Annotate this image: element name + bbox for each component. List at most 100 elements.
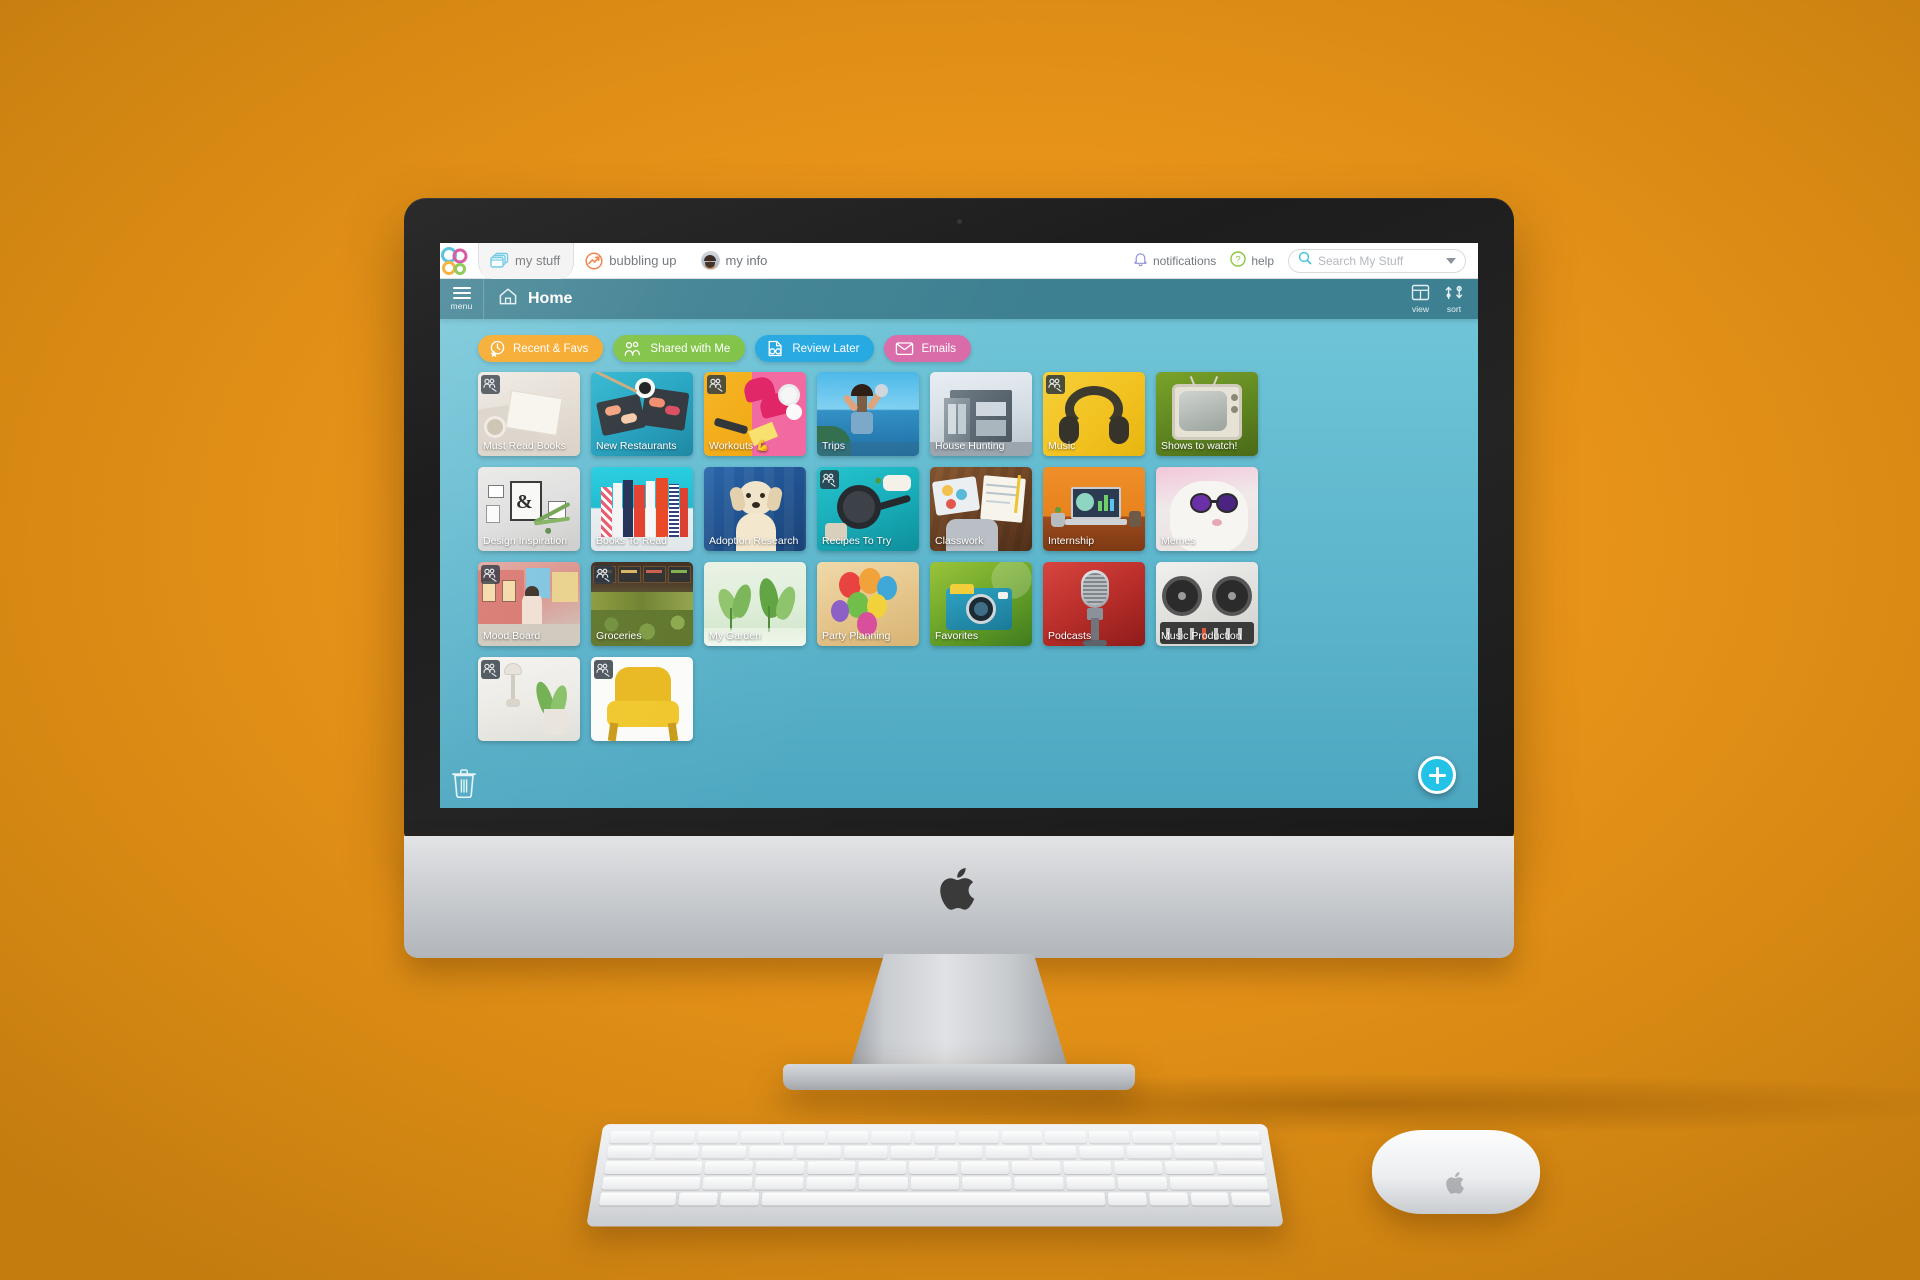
board-area: Recent & Favs Shared with Me Review Later E… [440, 319, 1478, 808]
menu-label: menu [450, 301, 473, 311]
collection-tile-favorites[interactable]: Favorites [930, 562, 1032, 646]
filter-pill-emails[interactable]: Emails [884, 335, 971, 362]
filter-pill-recent-favs[interactable]: Recent & Favs [478, 335, 604, 362]
monitor-stand-foot [783, 1064, 1135, 1090]
shared-badge-icon [594, 660, 613, 679]
filter-pill-label: Review Later [792, 342, 860, 355]
brand-logo-icon[interactable] [440, 243, 478, 279]
view-button[interactable]: view [1411, 284, 1430, 314]
collection-tile-must-read-books[interactable]: Must Read Books [478, 372, 580, 456]
tile-label [591, 734, 693, 741]
menu-button[interactable]: menu [440, 279, 484, 319]
document-glasses-icon [766, 340, 785, 357]
collection-tile-workouts[interactable]: Workouts 💪 [704, 372, 806, 456]
tile-label: Music [1048, 440, 1076, 452]
search-placeholder: Search My Stuff [1318, 253, 1404, 268]
shared-badge-icon [594, 565, 613, 584]
filter-pill-shared-with-me[interactable]: Shared with Me [613, 335, 746, 362]
tile-label: House Hunting [935, 440, 1005, 452]
collection-tile-shows-to-watch[interactable]: Shows to watch! [1156, 372, 1258, 456]
collection-tile-books-to-read[interactable]: Books To Read [591, 467, 693, 551]
home-icon[interactable] [498, 287, 518, 311]
page-header-bar: menu Home view sort [440, 279, 1478, 319]
collection-tile-house-hunting[interactable]: House Hunting [930, 372, 1032, 456]
tile-label: Podcasts [1048, 630, 1092, 642]
shared-badge-icon [707, 375, 726, 394]
chevron-down-icon[interactable] [1446, 257, 1456, 264]
tile-label: Favorites [935, 630, 979, 642]
tile-label: Internship [1048, 535, 1095, 547]
filter-pill-label: Emails [921, 342, 956, 355]
collection-tile-adoption-research[interactable]: Adoption Research [704, 467, 806, 551]
tab-my-stuff-label: my stuff [515, 253, 561, 268]
search-input[interactable]: Search My Stuff [1288, 248, 1466, 273]
tile-label: Recipes To Try [822, 535, 892, 547]
collection-tile-trips[interactable]: Trips [817, 372, 919, 456]
tile-label: Classwork [935, 535, 984, 547]
search-icon [1298, 251, 1312, 270]
sort-icon [1444, 284, 1464, 303]
apple-logo-icon [940, 867, 975, 910]
avatar [700, 251, 720, 270]
collection-tile-groceries[interactable]: Groceries [591, 562, 693, 646]
collection-tile-memes[interactable]: Memes [1156, 467, 1258, 551]
imac-computer: my stuff bubbling up my info notificatio… [404, 198, 1920, 1134]
collection-tile-music-production[interactable]: Music Production [1156, 562, 1258, 646]
tab-my-info[interactable]: my info [690, 243, 781, 279]
collection-tile-party-planning[interactable]: Party Planning [817, 562, 919, 646]
monitor-chin [404, 836, 1514, 958]
mouse[interactable] [1372, 1130, 1540, 1214]
breadcrumb: Home [484, 287, 572, 311]
keyboard-row [609, 1131, 1261, 1144]
tab-bubbling-up[interactable]: bubbling up [574, 243, 689, 279]
header-tools: view sort [1411, 284, 1478, 314]
tab-my-info-label: my info [725, 253, 768, 268]
monitor-bezel: my stuff bubbling up my info notificatio… [404, 198, 1514, 838]
sort-button[interactable]: sort [1444, 284, 1464, 314]
tile-label: New Restaurants [596, 440, 677, 452]
tile-label [478, 734, 580, 741]
tile-label: My Garden [709, 630, 761, 642]
tile-label: Workouts 💪 [709, 440, 770, 452]
notifications-button[interactable]: notifications [1133, 251, 1216, 270]
tile-label: Shows to watch! [1161, 440, 1238, 452]
add-button[interactable] [1418, 756, 1456, 794]
collection-tile-my-garden[interactable]: My Garden [704, 562, 806, 646]
tab-my-stuff[interactable]: my stuff [478, 243, 575, 279]
tile-label: Must Read Books [483, 440, 566, 452]
hamburger-icon [452, 287, 471, 299]
keyboard-row [598, 1192, 1272, 1206]
collection-tile-music[interactable]: Music [1043, 372, 1145, 456]
collection-tile-design-inspiration[interactable]: & Design Inspiration [478, 467, 580, 551]
collection-tile-mood-board[interactable]: Mood Board [478, 562, 580, 646]
collection-tile-internship[interactable]: Internship [1043, 467, 1145, 551]
collection-tile-podcasts[interactable]: Podcasts [1043, 562, 1145, 646]
collection-tile-lamp-plant[interactable] [478, 657, 580, 741]
keyboard[interactable] [586, 1124, 1284, 1227]
tile-label: Memes [1161, 535, 1196, 547]
app-screen: my stuff bubbling up my info notificatio… [440, 243, 1478, 808]
tile-label: Trips [822, 440, 845, 452]
collection-tile-new-restaurants[interactable]: New Restaurants [591, 372, 693, 456]
people-icon [624, 341, 643, 357]
svg-text:?: ? [1236, 255, 1241, 266]
page-title: Home [528, 290, 573, 307]
help-button[interactable]: ? help [1230, 251, 1274, 270]
help-icon: ? [1230, 251, 1247, 270]
tile-label: Groceries [596, 630, 642, 642]
keyboard-row [606, 1146, 1264, 1159]
keyboard-row [604, 1161, 1267, 1174]
bell-icon [1133, 251, 1148, 270]
tile-label: Books To Read [596, 535, 668, 547]
trash-icon[interactable] [451, 768, 477, 799]
collection-tile-yellow-chair[interactable] [591, 657, 693, 741]
grid-view-icon [1411, 284, 1430, 303]
collection-tile-recipes-to-try[interactable]: Recipes To Try [817, 467, 919, 551]
clock-star-icon [489, 340, 506, 357]
shared-badge-icon [820, 470, 839, 489]
collection-grid: Must Read Books New Restaurants Workouts 💪… [440, 372, 1478, 741]
shared-badge-icon [1046, 375, 1065, 394]
filter-pill-review-later[interactable]: Review Later [755, 335, 875, 362]
collection-tile-classwork[interactable]: Classwork [930, 467, 1032, 551]
trending-up-icon [585, 251, 603, 270]
